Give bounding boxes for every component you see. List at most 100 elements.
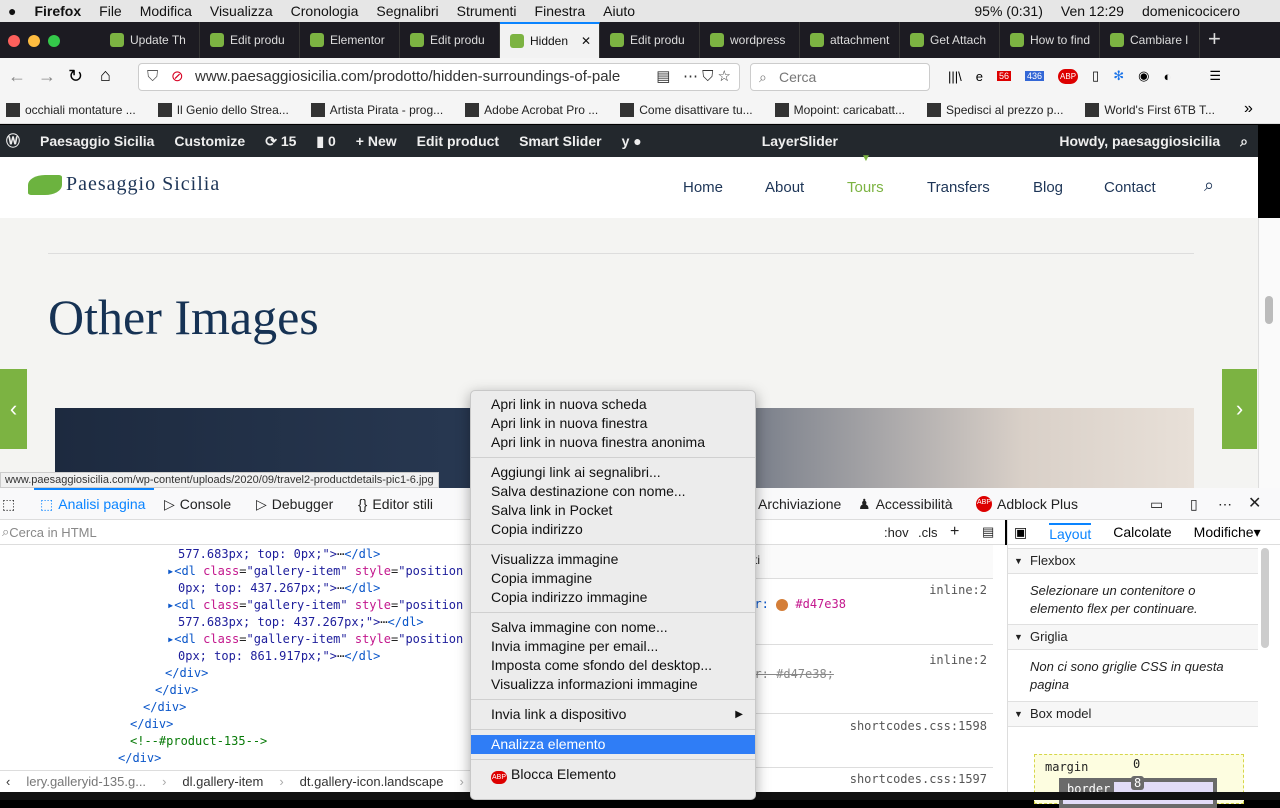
context-menu-item[interactable]: Apri link in nuova finestra anonima [471,433,755,452]
print-sim-icon[interactable]: ▤ [982,524,994,540]
bookmark-item[interactable]: Mopoint: caricabatt... [774,102,905,117]
add-rule-icon[interactable]: + [950,523,959,541]
url-bar[interactable]: ⛉ ⊘ www.paesaggiosicilia.com/prodotto/hidd… [138,63,740,91]
browser-tab[interactable]: Edit produ [600,22,700,58]
site-nav-transfers[interactable]: Transfers [927,179,990,196]
border-value[interactable]: 8 [1131,776,1145,790]
tab-layout[interactable]: Layout [1049,522,1092,542]
home-button[interactable]: ⌂ [100,65,111,86]
bookmarks-overflow-icon[interactable]: » [1244,100,1253,118]
menu-app[interactable]: Firefox [34,3,81,19]
cls-toggle[interactable]: .cls [918,525,938,540]
element-picker-icon[interactable]: ⬚ [2,496,15,513]
url-actions[interactable]: ▤ ⋯ ⛉ ☆ [650,64,731,90]
devtools-tab-console[interactable]: ▷ Console [164,496,231,513]
close-tab-icon[interactable]: ✕ [581,34,591,48]
html-node-line[interactable]: ▸<dl class="gallery-item" style="positio… [167,563,463,579]
menu-modifica[interactable]: Modifica [140,3,192,19]
devtools-tab-adblock[interactable]: ABP Adblock Plus [976,496,1078,512]
wordpress-logo-icon[interactable]: Ⓦ [6,131,20,151]
browser-tab[interactable]: attachment [800,22,900,58]
browser-tab[interactable]: Hidden ✕ [500,22,600,58]
color-swatch[interactable] [776,598,789,611]
bookmark-item[interactable]: Adobe Acrobat Pro ... [465,102,598,117]
bookmark-item[interactable]: Come disattivare tu... [620,102,753,117]
reader-icon[interactable]: ▯ [1092,68,1099,84]
html-node-line[interactable]: 577.683px; top: 437.267px;">⋯</dl> [178,614,424,630]
tab-computed[interactable]: Calcolate [1113,524,1171,540]
browser-tab[interactable]: Edit produ [400,22,500,58]
context-menu-item[interactable]: Aggiungi link ai segnalibri... [471,463,755,482]
site-nav-blog[interactable]: Blog [1033,179,1063,196]
context-menu-item[interactable]: Salva link in Pocket [471,501,755,520]
devtools-tab-debugger[interactable]: ▷ Debugger [256,496,333,513]
html-node-line[interactable]: 577.683px; top: 0px;">⋯</dl> [178,546,380,562]
new-tab-button[interactable]: + [1208,26,1221,52]
context-menu-item[interactable]: Apri link in nuova finestra [471,414,755,433]
site-nav-tours[interactable]: Tours [847,179,884,196]
html-node-line[interactable]: ▸<dl class="gallery-item" style="positio… [167,631,463,647]
shield-icon[interactable]: ⛉ [147,64,158,90]
context-menu-item[interactable]: Copia indirizzo immagine [471,588,755,607]
wp-customize-link[interactable]: Customize [174,133,245,149]
html-node-line[interactable]: <!--#product-135--> [130,733,267,749]
breadcrumb-item[interactable]: lery.galleryid-135.g... [26,774,146,789]
bookmark-item[interactable]: Artista Pirata - prog... [310,102,443,117]
breadcrumb-back-icon[interactable]: ‹ [6,774,10,789]
back-button[interactable]: ← [8,66,26,87]
browser-tab[interactable]: How to find [1000,22,1100,58]
menu-file[interactable]: File [99,3,122,19]
html-node-line[interactable]: </div> [130,716,173,732]
site-logo[interactable]: Paesaggio Sicilia [28,173,220,196]
library-icon[interactable]: |||\ [948,69,962,84]
wp-updates-link[interactable]: ⟳ 15 [265,133,296,150]
browser-tab[interactable]: Update Th [100,22,200,58]
menu-visualizza[interactable]: Visualizza [210,3,273,19]
account-icon[interactable]: ◉ [1138,68,1149,84]
site-search-icon[interactable]: ⌕ [1204,175,1214,196]
reload-button[interactable]: ↻ [68,66,83,87]
context-menu-item[interactable]: Visualizza informazioni immagine [471,675,755,694]
breadcrumb-item[interactable]: dl.gallery-item [182,774,263,789]
more-icon[interactable]: ⋯ [1218,496,1232,513]
menu-cronologia[interactable]: Cronologia [291,3,359,19]
devtools-tab-accessibility[interactable]: ♟ Accessibilità [858,496,953,513]
tab-changes[interactable]: Modifiche▾ [1194,524,1261,541]
insecure-lock-icon[interactable]: ⊘ [171,64,184,90]
window-controls[interactable] [8,35,60,47]
browser-tab[interactable]: Edit produ [200,22,300,58]
rule-source[interactable]: shortcodes.css:1598 [850,719,987,733]
rule-source[interactable]: inline:2 [929,653,987,667]
breadcrumb-item[interactable]: dt.gallery-icon.landscape [300,774,444,789]
html-node-line[interactable]: </div> [165,665,208,681]
context-menu-item[interactable]: ABP Blocca Elemento [471,765,755,784]
browser-tab[interactable]: Elementor [300,22,400,58]
responsive-icon[interactable]: ▯ [1190,496,1198,513]
bookmark-item[interactable]: occhiali montature ... [6,102,136,117]
html-node-line[interactable]: ▸<dl class="gallery-item" style="positio… [167,597,463,613]
context-menu-item[interactable]: Apri link in nuova scheda [471,395,755,414]
flexbox-section-header[interactable]: ▼ Flexbox [1008,548,1258,574]
bookmark-item[interactable]: World's First 6TB T... [1085,102,1215,117]
devtools-tab-style-editor[interactable]: {} Editor stili [358,496,433,512]
layout-scrollbar[interactable] [1261,548,1269,648]
margin-value[interactable]: 0 [1133,757,1140,771]
slider-prev-button[interactable]: ‹ [0,369,27,449]
search-input[interactable]: ⌕ Cerca [750,63,930,91]
wp-layerslider-link[interactable]: LayerSlider [762,133,838,149]
menu-finestra[interactable]: Finestra [535,3,586,19]
hamburger-menu-icon[interactable]: ☰ [1209,68,1221,84]
gmail-badge-1[interactable]: 56 [996,71,1011,81]
html-node-line[interactable]: </div> [118,750,161,766]
context-menu-item[interactable]: Salva destinazione con nome... [471,482,755,501]
hov-toggle[interactable]: :hov [884,525,909,540]
dock-icon[interactable]: ▭ [1150,496,1163,513]
apple-icon[interactable]: ● [8,3,16,19]
grid-section-header[interactable]: ▼ Griglia [1008,624,1258,650]
html-node-line[interactable]: </div> [155,682,198,698]
forward-button[interactable]: → [38,66,56,87]
rule-source[interactable]: shortcodes.css:1597 [850,772,987,786]
adblock-icon[interactable]: ABP [1058,68,1079,84]
menu-aiuto[interactable]: Aiuto [603,3,635,19]
site-nav-about[interactable]: About [765,179,804,196]
